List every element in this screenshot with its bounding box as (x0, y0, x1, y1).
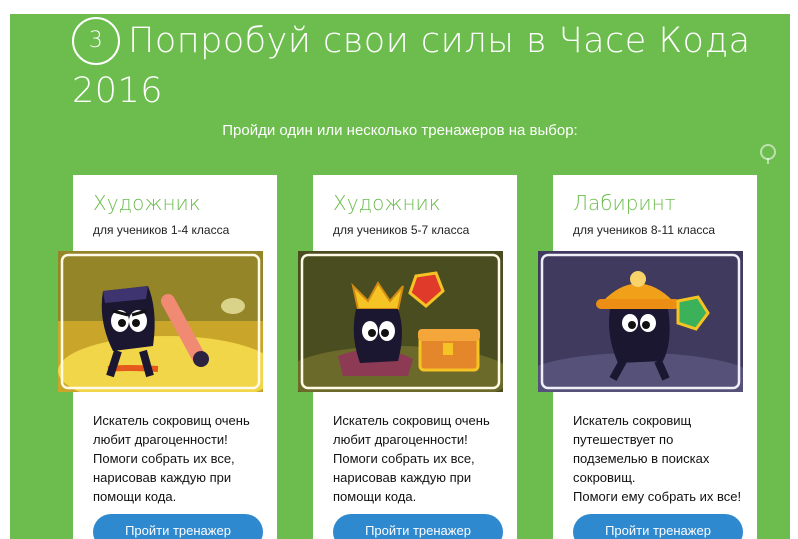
card-description-line: путешествует по (573, 432, 674, 447)
card-description-line: любит драгоценности! (333, 432, 468, 447)
start-course-button[interactable]: Пройти тренажер (333, 514, 503, 539)
card-description-line: нарисовав каждую при (93, 470, 232, 485)
card-title: Художник (333, 191, 441, 215)
section-heading: 3 Попробуй свои силы в Часе Кода 2016 (72, 16, 772, 116)
card-description-line: Помоги собрать их все, (333, 451, 475, 466)
heading-title-line1: Попробуй свои силы в Часе Кода (128, 21, 751, 61)
card-description-line: подземелью в поисках (573, 451, 710, 466)
card-description-line: сокровищ. (573, 470, 636, 485)
card-description-line: помощи кода. (93, 489, 177, 504)
card-grade: для учеников 5-7 класса (333, 223, 470, 237)
start-course-button[interactable]: Пройти тренажер (573, 514, 743, 539)
card-grade: для учеников 1-4 класса (93, 223, 230, 237)
card-description-line: Искатель сокровищ очень (333, 413, 490, 428)
card-description-line: Помоги собрать их все, (93, 451, 235, 466)
start-course-button[interactable]: Пройти тренажер (93, 514, 263, 539)
heading-title-line2: 2016 (72, 71, 164, 111)
card-title: Художник (93, 191, 201, 215)
artist-character-image (58, 251, 263, 392)
hour-of-code-section: 3 Попробуй свои силы в Часе Кода 2016 Про… (10, 14, 790, 539)
card-description-line: Искатель сокровищ очень (93, 413, 250, 428)
card-description-line: помощи кода. (333, 489, 417, 504)
crowned-character-image (298, 251, 503, 392)
card-description-line: Искатель сокровищ (573, 413, 692, 428)
card-description-line: нарисовав каждую при (333, 470, 472, 485)
card-title: Лабиринт (573, 191, 676, 215)
card-grade: для учеников 8-11 класса (573, 223, 716, 237)
section-subtitle: Пройди один или несколько тренажеров на … (222, 122, 578, 139)
card-description: Искатель сокровищ путешествует по подзем… (573, 411, 743, 506)
miner-character-image (538, 251, 743, 392)
card-description: Искатель сокровищ очень любит драгоценно… (333, 411, 503, 506)
step-number-badge: 3 (72, 17, 120, 65)
card-description: Искатель сокровищ очень любит драгоценно… (93, 411, 263, 506)
card-description-line: любит драгоценности! (93, 432, 228, 447)
card-description-line: Помоги ему собрать их все! (573, 489, 742, 504)
location-pin-icon (760, 144, 776, 164)
